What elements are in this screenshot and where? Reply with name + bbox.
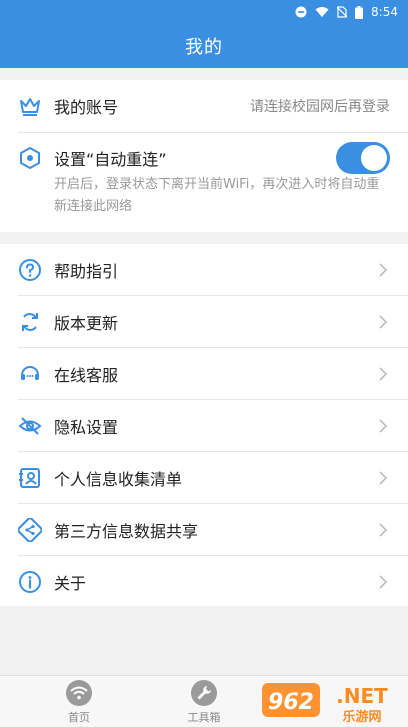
help-icon bbox=[18, 258, 42, 282]
svg-text:.NET: .NET bbox=[336, 684, 388, 708]
chevron-right-icon bbox=[379, 523, 388, 537]
account-label: 我的账号 bbox=[54, 98, 119, 117]
page-title: 我的 bbox=[185, 37, 223, 58]
tab-label: 工具箱 bbox=[187, 711, 221, 724]
menu-label: 关于 bbox=[54, 574, 87, 593]
auto-reconnect-description: 开启后，登录状态下离开当前WiFi，再次进入时将自动重新连接此网络 bbox=[54, 177, 380, 214]
tab-home[interactable]: 首页 bbox=[34, 680, 124, 725]
chevron-right-icon bbox=[379, 471, 388, 485]
menu-item-third-party[interactable]: 第三方信息数据共享 bbox=[0, 504, 408, 556]
auto-reconnect-label: 设置“自动重连” bbox=[54, 150, 167, 169]
id-card-icon bbox=[18, 466, 42, 490]
chevron-right-icon bbox=[379, 575, 388, 589]
menu-label: 个人信息收集清单 bbox=[54, 470, 183, 489]
menu-item-about[interactable]: 关于 bbox=[0, 556, 408, 608]
share-icon bbox=[17, 517, 43, 543]
wrench-icon bbox=[191, 680, 217, 706]
auto-reconnect-toggle[interactable] bbox=[336, 142, 390, 174]
chevron-right-icon bbox=[379, 263, 388, 277]
toggle-knob bbox=[361, 145, 387, 171]
menu-item-personal-info[interactable]: 个人信息收集清单 bbox=[0, 452, 408, 504]
chevron-right-icon bbox=[379, 367, 388, 381]
menu-label: 版本更新 bbox=[54, 314, 119, 333]
status-bar: 8:54 bbox=[0, 0, 408, 24]
headset-icon bbox=[18, 362, 42, 386]
account-card: 我的账号 请连接校园网后再登录 设置“自动重连” 开启后，登录状态下离开当前Wi… bbox=[0, 80, 408, 232]
battery-icon bbox=[355, 5, 364, 19]
info-icon bbox=[18, 570, 42, 594]
chevron-right-icon bbox=[379, 315, 388, 329]
tab-label: 首页 bbox=[68, 711, 90, 724]
app-header: 我的 bbox=[0, 24, 408, 68]
menu-card: 帮助指引 版本更新 在线客服 隐私设置 个人信息收集清单 第三方信息数据共享 关… bbox=[0, 244, 408, 606]
menu-label: 第三方信息数据共享 bbox=[54, 522, 199, 541]
menu-label: 在线客服 bbox=[54, 366, 119, 385]
menu-label: 隐私设置 bbox=[54, 418, 119, 437]
eye-off-icon bbox=[18, 414, 42, 438]
menu-label: 帮助指引 bbox=[54, 262, 119, 281]
menu-item-privacy[interactable]: 隐私设置 bbox=[0, 400, 408, 452]
wifi-icon bbox=[66, 680, 92, 706]
menu-item-update[interactable]: 版本更新 bbox=[0, 296, 408, 348]
crown-icon bbox=[18, 94, 42, 118]
svg-text:乐游网: 乐游网 bbox=[342, 709, 381, 725]
chevron-right-icon bbox=[379, 419, 388, 433]
dnd-icon bbox=[295, 6, 307, 18]
account-row[interactable]: 我的账号 请连接校园网后再登录 bbox=[0, 80, 408, 132]
menu-item-help[interactable]: 帮助指引 bbox=[0, 244, 408, 296]
account-hint: 请连接校园网后再登录 bbox=[250, 99, 390, 115]
status-time: 8:54 bbox=[371, 5, 398, 19]
no-sim-icon bbox=[337, 6, 348, 18]
tab-toolbox[interactable]: 工具箱 bbox=[159, 680, 249, 725]
refresh-icon bbox=[18, 310, 42, 334]
watermark-logo: 962 .NET 乐游网 bbox=[262, 679, 402, 725]
wifi-signal-icon bbox=[315, 6, 329, 18]
hexagon-icon bbox=[18, 146, 42, 170]
menu-item-support[interactable]: 在线客服 bbox=[0, 348, 408, 400]
svg-text:962: 962 bbox=[268, 690, 314, 715]
